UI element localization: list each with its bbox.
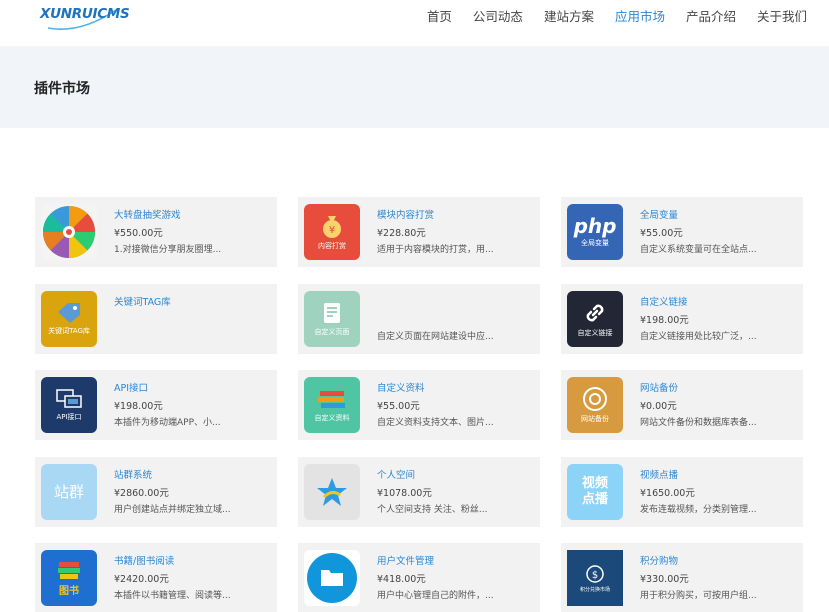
plugin-name[interactable]: 书籍/图书阅读 — [114, 553, 174, 567]
plugin-card[interactable]: 关键词TAG库 关键词TAG库 — [35, 284, 277, 354]
plugin-name[interactable]: 自定义资料 — [377, 380, 425, 394]
plugin-desc: 自定义链接用处比较广泛，... — [640, 332, 757, 342]
main-nav: 首页 公司动态 建站方案 应用市场 产品介绍 关于我们 — [427, 0, 807, 30]
link-icon: 自定义链接 — [567, 291, 623, 347]
backup-icon: 网站备份 — [567, 377, 623, 433]
plugin-price: ¥228.80元 — [377, 228, 426, 239]
plugin-name[interactable]: 站群系统 — [114, 467, 152, 481]
plugin-desc: 1.对接微信分享朋友圈埋... — [114, 245, 222, 255]
star-icon — [304, 464, 360, 520]
icon-label: API接口 — [56, 413, 82, 421]
plugin-desc: 本插件以书籍管理、阅读等... — [114, 591, 231, 601]
plugin-desc: 适用于内容模块的打赏，用... — [377, 245, 494, 255]
books-icon: 自定义资料 — [304, 377, 360, 433]
plugin-price: ¥1650.00元 — [640, 488, 695, 499]
icon-label: 图书 — [59, 585, 79, 597]
plugin-desc: 用户中心管理自己的附件，... — [377, 591, 494, 601]
plugin-card[interactable]: php 全局变量 全局变量 ¥55.00元 自定义系统变量可在全站点... — [561, 197, 803, 267]
plugin-name[interactable]: 大转盘抽奖游戏 — [114, 207, 181, 221]
plugin-card[interactable]: API接口 API接口 ¥198.00元 本插件为移动端APP、小... — [35, 370, 277, 440]
plugin-price: ¥55.00元 — [377, 401, 420, 412]
plugin-price: ¥550.00元 — [114, 228, 163, 239]
plugin-price: ¥418.00元 — [377, 574, 426, 585]
site-header: XUNRUICMS 首页 公司动态 建站方案 应用市场 产品介绍 关于我们 — [0, 0, 829, 46]
plugin-name[interactable]: 个人空间 — [377, 467, 415, 481]
plugin-name[interactable]: 网站备份 — [640, 380, 678, 394]
plugin-card[interactable]: 用户文件管理 ¥418.00元 用户中心管理自己的附件，... — [298, 543, 540, 612]
plugin-card[interactable]: 图书 书籍/图书阅读 ¥2420.00元 本插件以书籍管理、阅读等... — [35, 543, 277, 612]
plugin-price: ¥55.00元 — [640, 228, 683, 239]
tag-icon: 关键词TAG库 — [41, 291, 97, 347]
icon-label: 全局变量 — [581, 239, 609, 247]
icon-label: 关键词TAG库 — [48, 327, 90, 335]
plugin-card[interactable]: $ 积分兑换市场 积分购物 ¥330.00元 用于积分购买，可按用户组... — [561, 543, 803, 612]
plugin-name[interactable]: 积分购物 — [640, 553, 678, 567]
plugin-desc: 用于积分购买，可按用户组... — [640, 591, 757, 601]
nav-home[interactable]: 首页 — [427, 6, 452, 25]
plugin-card[interactable]: 自定义资料 自定义资料 ¥55.00元 自定义资料支持文本、图片... — [298, 370, 540, 440]
icon-label: 自定义页面 — [314, 328, 350, 336]
icon-label: 积分兑换市场 — [579, 586, 610, 593]
plugin-card[interactable]: 视频点播 视频点播 ¥1650.00元 发布连载视频，分类别管理... — [561, 457, 803, 527]
plugin-price: ¥198.00元 — [640, 315, 689, 326]
plugin-desc: 发布连载视频，分类别管理... — [640, 505, 757, 515]
page-banner: 插件市场 — [0, 46, 829, 128]
nav-app-market[interactable]: 应用市场 — [615, 6, 665, 25]
book-stack-icon: 图书 — [41, 550, 97, 606]
plugin-price: ¥198.00元 — [114, 401, 163, 412]
points-icon: $ 积分兑换市场 — [567, 550, 623, 606]
plugin-price: ¥0.00元 — [640, 401, 677, 412]
plugin-card[interactable]: 自定义页面 自定义页面在网站建设中应... — [298, 284, 540, 354]
plugin-card[interactable]: 站群 站群系统 ¥2860.00元 用户创建站点并绑定独立域... — [35, 457, 277, 527]
plugin-desc: 网站文件备份和数据库表备... — [640, 418, 757, 428]
nav-about[interactable]: 关于我们 — [757, 6, 807, 25]
video-icon: 视频点播 — [567, 464, 623, 520]
logo-text: XUNRUICMS — [40, 6, 130, 22]
plugin-price: ¥2420.00元 — [114, 574, 169, 585]
plugin-name[interactable]: 自定义链接 — [640, 294, 688, 308]
plugin-desc: 自定义页面在网站建设中应... — [377, 332, 494, 342]
plugin-desc: 用户创建站点并绑定独立域... — [114, 505, 231, 515]
plugin-name[interactable]: 模块内容打赏 — [377, 207, 434, 221]
plugin-card[interactable]: ¥ 内容打赏 模块内容打赏 ¥228.80元 适用于内容模块的打赏，用... — [298, 197, 540, 267]
icon-label: 内容打赏 — [318, 242, 346, 250]
page-icon: 自定义页面 — [304, 291, 360, 347]
nav-products[interactable]: 产品介绍 — [686, 6, 736, 25]
plugin-price: ¥330.00元 — [640, 574, 689, 585]
site-group-icon: 站群 — [41, 464, 97, 520]
plugin-desc: 自定义系统变量可在全站点... — [640, 245, 757, 255]
wheel-icon — [41, 204, 97, 260]
folder-icon — [304, 550, 360, 606]
plugin-desc: 个人空间支持 关注、粉丝... — [377, 505, 488, 515]
svg-text:$: $ — [592, 570, 598, 581]
php-icon: php 全局变量 — [567, 204, 623, 260]
plugin-desc: 本插件为移动端APP、小... — [114, 418, 221, 428]
money-bag-icon: ¥ 内容打赏 — [304, 204, 360, 260]
plugin-card[interactable]: 个人空间 ¥1078.00元 个人空间支持 关注、粉丝... — [298, 457, 540, 527]
plugin-desc: 自定义资料支持文本、图片... — [377, 418, 494, 428]
page-title: 插件市场 — [34, 81, 90, 97]
site-logo[interactable]: XUNRUICMS — [40, 4, 130, 32]
nav-news[interactable]: 公司动态 — [473, 6, 523, 25]
icon-label: 网站备份 — [581, 415, 609, 423]
plugin-card[interactable]: 自定义链接 自定义链接 ¥198.00元 自定义链接用处比较广泛，... — [561, 284, 803, 354]
plugin-price: ¥1078.00元 — [377, 488, 432, 499]
svg-text:¥: ¥ — [329, 225, 335, 236]
plugin-card[interactable]: 大转盘抽奖游戏 ¥550.00元 1.对接微信分享朋友圈埋... — [35, 197, 277, 267]
icon-label: 自定义链接 — [577, 329, 613, 337]
plugin-name[interactable]: API接口 — [114, 380, 148, 394]
icon-label: 视频点播 — [581, 476, 608, 507]
plugin-price: ¥2860.00元 — [114, 488, 169, 499]
icon-label: 站群 — [53, 482, 84, 501]
plugin-card[interactable]: 网站备份 网站备份 ¥0.00元 网站文件备份和数据库表备... — [561, 370, 803, 440]
plugin-name[interactable]: 关键词TAG库 — [114, 294, 171, 308]
api-icon: API接口 — [41, 377, 97, 433]
plugin-name[interactable]: 用户文件管理 — [377, 553, 434, 567]
plugin-name[interactable]: 视频点播 — [640, 467, 678, 481]
nav-solutions[interactable]: 建站方案 — [544, 6, 594, 25]
plugin-name[interactable]: 全局变量 — [640, 207, 678, 221]
icon-label: 自定义资料 — [314, 414, 350, 422]
